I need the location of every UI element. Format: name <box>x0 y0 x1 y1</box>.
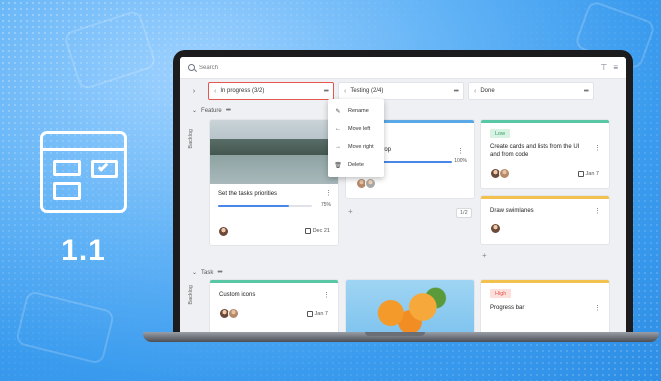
more-options-icon[interactable]: ••• <box>217 269 222 276</box>
laptop-base <box>143 332 659 342</box>
due-date: Jan 7 <box>577 171 599 177</box>
task-card[interactable]: Custom icons ⋮ Jan 7 <box>210 280 338 337</box>
swimlane-header-task[interactable]: ⌄ Task ••• <box>192 269 223 276</box>
avatar[interactable] <box>228 308 239 319</box>
chevron-down-icon[interactable]: ⌄ <box>192 269 197 276</box>
progress-bar <box>218 205 312 207</box>
card-more-icon[interactable]: ⋮ <box>457 147 464 155</box>
chevron-left-icon[interactable]: ‹ <box>214 88 216 95</box>
card-cover-image <box>210 120 338 184</box>
card-title: Draw swimlanes <box>490 208 534 214</box>
task-card[interactable]: Draw swimlanes ⋮ <box>481 196 609 244</box>
kanban-logo-icon <box>40 131 127 213</box>
card-title: Create cards and lists from the UI and f… <box>490 144 580 158</box>
menu-item-move-left[interactable]: ← Move left <box>328 120 384 138</box>
avatar[interactable] <box>365 178 376 189</box>
card-title: Progress bar <box>490 305 525 311</box>
card-more-icon[interactable]: ⋮ <box>323 291 330 299</box>
more-options-icon[interactable]: ••• <box>324 88 329 95</box>
column-title: In progress (3/2) <box>220 88 265 94</box>
priority-tag: High <box>490 289 512 298</box>
arrow-right-icon: → <box>335 144 341 150</box>
priority-tag: Low <box>490 129 511 138</box>
card-more-icon[interactable]: ⋮ <box>594 207 601 215</box>
avatar[interactable] <box>218 226 229 237</box>
add-card-icon[interactable]: + <box>348 207 353 216</box>
column-header-row: › ‹ In progress (3/2) ••• ‹ Testing (2/4… <box>180 79 626 103</box>
task-card[interactable]: Set the tasks priorities ⋮ 75% Dec 21 <box>210 120 338 245</box>
task-card[interactable]: Low Create cards and lists from the UI a… <box>481 120 609 188</box>
chevron-down-icon[interactable]: ⌄ <box>192 107 197 114</box>
swimlane-title: Task <box>201 269 214 276</box>
swimlane-title: Feature <box>201 107 222 114</box>
more-options-icon[interactable]: ••• <box>454 88 459 95</box>
menu-item-delete[interactable]: 🗑 Delete <box>328 156 384 174</box>
menu-item-move-right[interactable]: → Move right <box>328 138 384 156</box>
column-header-done[interactable]: ‹ Done ••• <box>468 82 594 100</box>
due-date: Dec 21 <box>304 228 330 234</box>
calendar-icon <box>304 228 311 234</box>
chevron-left-icon[interactable]: ‹ <box>344 88 346 95</box>
column-title: Done <box>480 88 495 94</box>
column-title: Testing (2/4) <box>350 88 384 94</box>
filter-icon[interactable]: ⊤ <box>600 63 607 72</box>
card-title: Set the tasks priorities <box>218 191 278 197</box>
card-cover-image <box>346 280 474 337</box>
avatar[interactable] <box>499 168 510 179</box>
version-label: 1.1 <box>61 234 106 267</box>
card-more-icon[interactable]: ⋮ <box>325 189 332 197</box>
trash-icon: 🗑 <box>334 162 342 169</box>
kanban-app: ⊤ ≡ › ‹ In progress (3/2) ••• ‹ Testing … <box>180 57 626 337</box>
top-bar: ⊤ ≡ <box>180 57 626 79</box>
menu-icon[interactable]: ≡ <box>613 63 618 72</box>
add-card-icon[interactable]: + <box>482 251 487 260</box>
card-title: Custom icons <box>219 292 256 298</box>
column-header-in-progress[interactable]: ‹ In progress (3/2) ••• <box>208 82 334 100</box>
more-options-icon[interactable]: ••• <box>226 107 231 114</box>
avatar[interactable] <box>490 223 501 234</box>
card-more-icon[interactable]: ⋮ <box>594 304 601 312</box>
backlog-label: Backlog <box>188 129 194 149</box>
pencil-icon: ✎ <box>335 108 341 115</box>
chevron-left-icon[interactable]: ‹ <box>474 88 476 95</box>
task-card[interactable]: High Progress bar ⋮ <box>481 280 609 337</box>
calendar-icon <box>577 171 584 177</box>
column-header-testing[interactable]: ‹ Testing (2/4) ••• <box>338 82 464 100</box>
expand-chevron-icon[interactable]: › <box>184 88 204 95</box>
due-date: Jan 7 <box>306 311 328 317</box>
search-icon <box>188 64 195 71</box>
progress-label: 100% <box>454 158 467 164</box>
column-context-menu: ✎ Rename ← Move left → Move right 🗑 Delete <box>328 99 384 177</box>
card-more-icon[interactable]: ⋮ <box>594 144 601 152</box>
backlog-label: Backlog <box>188 285 194 305</box>
task-card[interactable] <box>346 280 474 337</box>
search-input[interactable] <box>199 64 601 71</box>
calendar-icon <box>306 311 313 317</box>
pagination-indicator[interactable]: 1/2 <box>456 208 472 218</box>
menu-item-rename[interactable]: ✎ Rename <box>328 102 384 120</box>
more-options-icon[interactable]: ••• <box>584 88 589 95</box>
progress-label: 75% <box>320 202 331 208</box>
arrow-left-icon: ← <box>335 126 341 132</box>
laptop-frame: ⊤ ≡ › ‹ In progress (3/2) ••• ‹ Testing … <box>173 50 633 337</box>
swimlane-header-feature[interactable]: ⌄ Feature ••• <box>192 107 231 114</box>
